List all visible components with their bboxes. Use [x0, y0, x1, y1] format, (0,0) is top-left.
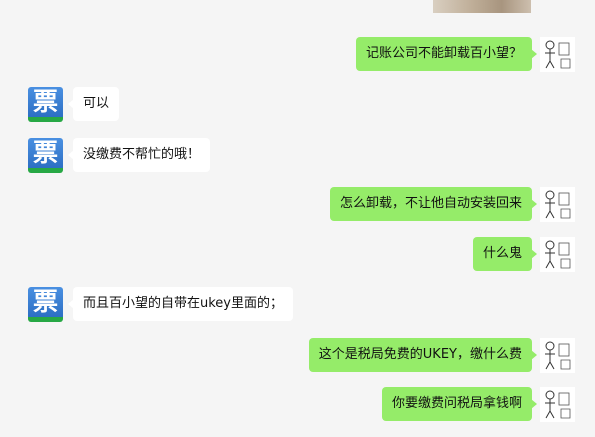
- user-avatar[interactable]: [540, 187, 575, 222]
- sketch-figure-icon: [545, 341, 571, 370]
- contact-avatar[interactable]: 票: [28, 138, 63, 173]
- message-bubble-sent[interactable]: 你要缴费问税局拿钱啊: [381, 387, 538, 421]
- message-bubble-sent[interactable]: 记账公司不能卸载百小望？: [355, 37, 538, 71]
- message-bubble-received[interactable]: 没缴费不帮忙的哦！: [67, 138, 211, 172]
- image-message-thumbnail[interactable]: [433, 0, 531, 13]
- message-bubble-sent[interactable]: 这个是税局免费的UKEY，缴什么费: [308, 338, 538, 372]
- message-bubble-sent[interactable]: 怎么卸载，不让他自动安装回来: [329, 187, 538, 221]
- contact-avatar[interactable]: 票: [28, 87, 63, 122]
- message-bubble-received[interactable]: 而且百小望的自带在ukey里面的；: [68, 287, 293, 321]
- sketch-figure-icon: [545, 190, 571, 219]
- user-avatar[interactable]: [540, 338, 575, 373]
- user-avatar[interactable]: [540, 37, 575, 72]
- user-avatar[interactable]: [540, 387, 575, 422]
- user-avatar[interactable]: [540, 237, 575, 272]
- message-bubble-received[interactable]: 可以: [67, 87, 120, 121]
- sketch-figure-icon: [545, 390, 571, 419]
- contact-avatar[interactable]: 票: [28, 287, 63, 322]
- sketch-figure-icon: [545, 40, 571, 69]
- message-bubble-sent[interactable]: 什么鬼: [472, 237, 538, 271]
- sketch-figure-icon: [545, 240, 571, 269]
